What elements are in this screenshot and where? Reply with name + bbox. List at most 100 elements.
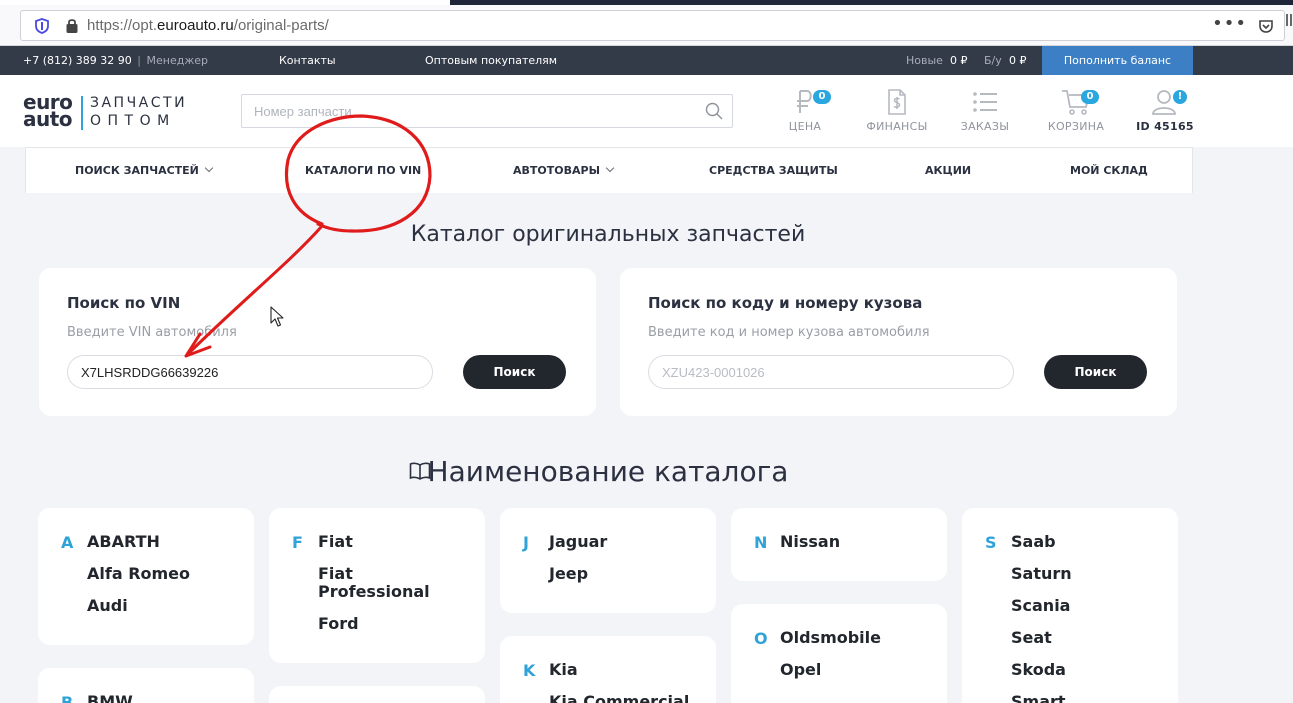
brand-link[interactable]: BMW <box>87 693 247 703</box>
top-up-balance-button[interactable]: Пополнить баланс <box>1042 46 1193 75</box>
brand-link[interactable]: Kia Commercial <box>549 693 716 703</box>
address-bar[interactable]: https://opt.euroauto.ru/original-parts/ … <box>20 10 1285 41</box>
phone-contact: +7 (812) 389 32 90 | Менеджер <box>23 54 208 67</box>
used-parts-balance-value: 0 ₽ <box>1009 54 1027 67</box>
vin-search-title: Поиск по VIN <box>67 294 181 312</box>
page-actions-icon[interactable]: ••• <box>1212 13 1247 34</box>
nav-my-warehouse[interactable]: МОЙ СКЛАД <box>1070 164 1148 177</box>
wholesale-link[interactable]: Оптовым покупателям <box>425 54 557 67</box>
manager-link[interactable]: Менеджер <box>147 54 208 67</box>
cart-button[interactable]: КОРЗИНА <box>1036 88 1116 133</box>
brand-group-j: J Jaguar Jeep <box>500 508 716 613</box>
nav-promotions[interactable]: АКЦИИ <box>925 164 971 177</box>
url-text[interactable]: https://opt.euroauto.ru/original-parts/ <box>87 17 329 34</box>
browser-toolbar: https://opt.euroauto.ru/original-parts/ … <box>0 5 1293 46</box>
brand-group-next <box>269 686 485 703</box>
page-title: Каталог оригинальных запчастей <box>410 222 806 247</box>
vin-search-button[interactable]: Поиск <box>463 355 566 389</box>
library-icon[interactable] <box>1285 12 1293 28</box>
price-badge: 0 <box>813 90 831 104</box>
brand-link[interactable]: ABARTH <box>87 533 247 551</box>
profile-button[interactable]: ID 45165 <box>1125 88 1205 133</box>
brand-group-f: F Fiat Fiat Professional Ford <box>269 508 485 663</box>
frame-search-title: Поиск по коду и номеру кузова <box>648 294 923 312</box>
brand-link[interactable]: Kia <box>549 661 709 679</box>
logo-subtitle-parts: ЗАПЧАСТИ <box>90 95 188 111</box>
brand-link[interactable]: Seat <box>1011 629 1171 647</box>
part-number-input[interactable] <box>254 102 694 120</box>
vin-search-card: Поиск по VIN Введите VIN автомобиля Поис… <box>39 268 596 416</box>
pocket-icon[interactable] <box>1258 18 1274 34</box>
brand-link[interactable]: Jeep <box>549 565 709 583</box>
profile-id-label: ID 45165 <box>1136 120 1194 133</box>
brand-letter: O <box>754 629 768 648</box>
logo-auto: auto <box>23 107 73 131</box>
vin-input[interactable] <box>67 355 433 389</box>
brand-letter: B <box>61 693 74 703</box>
part-search-box[interactable] <box>241 94 733 128</box>
brand-link[interactable]: Ford <box>318 615 478 633</box>
brand-group-s: S Saab Saturn Scania Seat Skoda Smart <box>962 508 1178 703</box>
cart-badge: 0 <box>1081 90 1099 104</box>
brand-link[interactable]: Fiat Professional <box>318 565 438 601</box>
brand-letter: K <box>523 661 536 680</box>
price-label: ЦЕНА <box>788 120 822 133</box>
main-navigation: ПОИСК ЗАПЧАСТЕЙ КАТАЛОГИ ПО VIN АВТОТОВА… <box>25 147 1193 193</box>
new-parts-balance-label: Новые <box>906 54 943 67</box>
brand-letter: J <box>523 533 529 552</box>
site-header: euro auto ЗАПЧАСТИ ОПТОМ ЦЕНА 0 ФИНАНСЫ … <box>0 75 1293 147</box>
frame-search-button[interactable]: Поиск <box>1044 355 1147 389</box>
brand-letter: A <box>61 533 74 552</box>
nav-vin-catalogs[interactable]: КАТАЛОГИ ПО VIN <box>305 164 421 177</box>
price-button[interactable]: ЦЕНА <box>765 88 845 133</box>
logo-subtitle-wholesale: ОПТОМ <box>90 113 176 129</box>
brand-link[interactable]: Fiat <box>318 533 478 551</box>
nav-protection[interactable]: СРЕДСТВА ЗАЩИТЫ <box>709 164 838 177</box>
brand-group-n: N Nissan <box>731 508 947 581</box>
brand-letter: S <box>985 533 997 552</box>
chevron-down-icon <box>605 163 615 173</box>
nav-parts-search[interactable]: ПОИСК ЗАПЧАСТЕЙ <box>75 163 214 177</box>
frame-search-hint: Введите код и номер кузова автомобиля <box>648 325 930 340</box>
brand-link[interactable]: Audi <box>87 597 247 615</box>
brand-letter: F <box>292 533 303 552</box>
brand-link[interactable]: Scania <box>1011 597 1171 615</box>
search-icon[interactable] <box>705 102 723 120</box>
brand-link[interactable]: Saab <box>1011 533 1171 551</box>
brand-group-o: O Oldsmobile Opel <box>731 604 947 703</box>
brand-letter: N <box>754 533 768 552</box>
orders-label: ЗАКАЗЫ <box>960 120 1010 133</box>
chevron-down-icon <box>204 163 214 173</box>
finance-label: ФИНАНСЫ <box>866 120 928 133</box>
brand-link[interactable]: Alfa Romeo <box>87 565 247 583</box>
brand-link[interactable]: Nissan <box>780 533 940 551</box>
orders-button[interactable]: ЗАКАЗЫ <box>945 88 1025 133</box>
logo-divider <box>81 96 83 130</box>
brand-link[interactable]: Saturn <box>1011 565 1171 583</box>
brand-group-a: A ABARTH Alfa Romeo Audi <box>38 508 254 645</box>
cart-label: КОРЗИНА <box>1047 120 1105 133</box>
brand-link[interactable]: Oldsmobile <box>780 629 940 647</box>
finance-button[interactable]: ФИНАНСЫ <box>857 88 937 133</box>
top-bar: +7 (812) 389 32 90 | Менеджер Контакты О… <box>0 46 1293 75</box>
vin-search-hint: Введите VIN автомобиля <box>67 325 237 340</box>
topbar-divider: | <box>137 54 141 67</box>
brand-link[interactable]: Smart <box>1011 693 1171 703</box>
profile-alert-badge: ! <box>1173 90 1187 104</box>
nav-auto-goods[interactable]: АВТОТОВАРЫ <box>513 163 615 177</box>
brand-link[interactable]: Jaguar <box>549 533 709 551</box>
catalog-title: Наименование каталога <box>427 455 789 488</box>
brand-link[interactable]: Opel <box>780 661 940 679</box>
frame-search-card: Поиск по коду и номеру кузова Введите ко… <box>620 268 1177 416</box>
finance-document-icon <box>888 89 906 115</box>
new-parts-balance-value: 0 ₽ <box>950 54 968 67</box>
phone-number[interactable]: +7 (812) 389 32 90 <box>23 54 132 67</box>
brand-link[interactable]: Skoda <box>1011 661 1171 679</box>
frame-number-input[interactable] <box>648 355 1014 389</box>
mouse-cursor-icon <box>270 306 284 327</box>
shield-icon[interactable] <box>35 18 49 34</box>
contacts-link[interactable]: Контакты <box>279 54 336 67</box>
lock-icon[interactable] <box>65 17 79 34</box>
list-icon <box>973 92 997 112</box>
brand-group-b: B BMW <box>38 668 254 703</box>
